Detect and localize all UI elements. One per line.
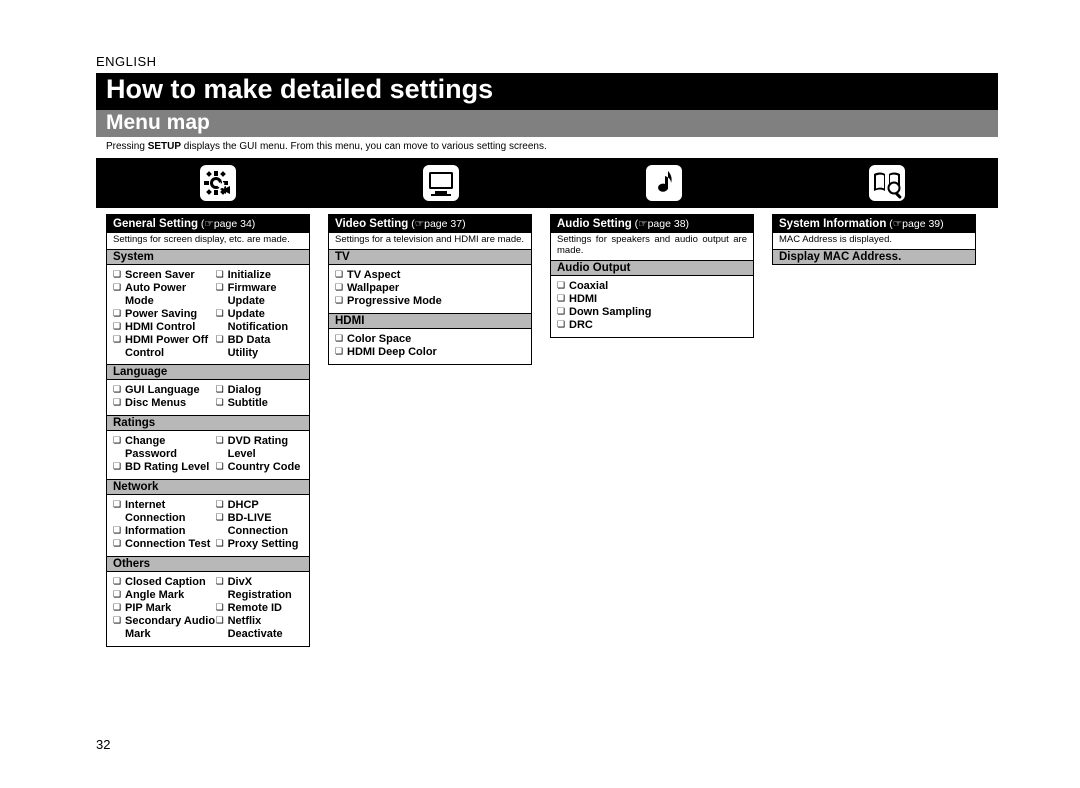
list-item: Dialog [216,384,303,397]
section-audio-output: Audio Output [551,260,753,276]
list-item: Down Sampling [557,306,747,319]
section-hdmi: HDMI [329,313,531,329]
list-item: DRC [557,319,747,332]
gear-icon [198,163,238,203]
list-item: BD Data Utility [216,334,303,360]
sysinfo-body-head: Display MAC Address. [773,249,975,264]
list-item: GUI Language [113,384,216,397]
list-item: HDMI Control [113,321,216,334]
others-left-list: Closed Caption Angle Mark PIP Mark Secon… [113,576,216,641]
intro-prefix: Pressing [106,141,148,152]
sysinfo-desc: MAC Address is displayed. [773,233,975,249]
video-page-ref: (☞page 37) [408,218,465,230]
list-item: HDMI [557,293,747,306]
card-general-setting: General Setting (☞page 34) Settings for … [106,214,310,647]
ratings-right-list: DVD Rating Level Country Code [216,435,303,474]
list-item: Disc Menus [113,397,216,410]
card-head-general: General Setting (☞page 34) [107,215,309,233]
card-head-sysinfo: System Information (☞page 39) [773,215,975,233]
list-item: Remote ID [216,602,303,615]
list-item: Country Code [216,461,303,474]
page-number: 32 [96,737,110,752]
video-desc: Settings for a television and HDMI are m… [329,233,531,249]
intro-setup-keyword: SETUP [148,141,181,152]
audio-title: Audio Setting [557,218,632,230]
list-item: HDMI Deep Color [335,346,525,359]
list-item: Progressive Mode [335,295,525,308]
section-tv: TV [329,249,531,265]
card-video-setting: Video Setting (☞page 37) Settings for a … [328,214,532,365]
system-left-list: Screen Saver Auto Power Mode Power Savin… [113,269,216,360]
language-right-list: Dialog Subtitle [216,384,303,410]
language-left-list: GUI Language Disc Menus [113,384,216,410]
list-item: DVD Rating Level [216,435,303,461]
list-item: BD-LIVE Connection [216,512,303,538]
section-others: Others [107,556,309,572]
card-system-information: System Information (☞page 39) MAC Addres… [772,214,976,265]
music-note-icon [644,163,684,203]
section-ratings: Ratings [107,415,309,431]
section-title-menu-map: Menu map [96,110,998,137]
hdmi-list: Color Space HDMI Deep Color [335,333,525,359]
video-title: Video Setting [335,218,408,230]
list-item: DivX Registration [216,576,303,602]
intro-suffix: displays the GUI menu. From this menu, y… [181,141,547,152]
sysinfo-page-ref: (☞page 39) [886,218,943,230]
ratings-left-list: Change Password BD Rating Level [113,435,216,474]
list-item: Internet Connection [113,499,216,525]
list-item: BD Rating Level [113,461,216,474]
general-desc: Settings for screen display, etc. are ma… [107,233,309,249]
list-item: Proxy Setting [216,538,303,551]
list-item: Firmware Update [216,282,303,308]
list-item: HDMI Power Off Control [113,334,216,360]
audio-desc: Settings for speakers and audio output a… [551,233,753,260]
list-item: Information [113,525,216,538]
list-item: TV Aspect [335,269,525,282]
others-right-list: DivX Registration Remote ID Netflix Deac… [216,576,303,641]
monitor-icon [421,163,461,203]
system-right-list: Initialize Firmware Update Update Notifi… [216,269,303,360]
sysinfo-title: System Information [779,218,886,230]
list-item: Auto Power Mode [113,282,216,308]
general-title: General Setting [113,218,198,230]
list-item: Coaxial [557,280,747,293]
list-item: Power Saving [113,308,216,321]
list-item: Wallpaper [335,282,525,295]
intro-text: Pressing SETUP displays the GUI menu. Fr… [96,137,998,154]
card-audio-setting: Audio Setting (☞page 38) Settings for sp… [550,214,754,338]
audio-page-ref: (☞page 38) [632,218,689,230]
book-magnifier-icon [867,163,907,203]
list-item: Screen Saver [113,269,216,282]
list-item: Closed Caption [113,576,216,589]
list-item: Angle Mark [113,589,216,602]
page-title: How to make detailed settings [96,73,998,110]
list-item: Subtitle [216,397,303,410]
section-system: System [107,249,309,265]
section-language: Language [107,364,309,380]
list-item: Change Password [113,435,216,461]
list-item: Update Notification [216,308,303,334]
list-item: Color Space [335,333,525,346]
list-item: Netflix Deactivate [216,615,303,641]
language-indicator: ENGLISH [96,54,998,69]
card-head-video: Video Setting (☞page 37) [329,215,531,233]
card-head-audio: Audio Setting (☞page 38) [551,215,753,233]
general-page-ref: (☞page 34) [198,218,255,230]
icon-strip [96,158,998,208]
network-left-list: Internet Connection Information Connecti… [113,499,216,551]
section-network: Network [107,479,309,495]
list-item: Initialize [216,269,303,282]
audio-output-list: Coaxial HDMI Down Sampling DRC [557,280,747,332]
tv-list: TV Aspect Wallpaper Progressive Mode [335,269,525,308]
list-item: PIP Mark [113,602,216,615]
list-item: Secondary Audio Mark [113,615,216,641]
list-item: Connection Test [113,538,216,551]
network-right-list: DHCP BD-LIVE Connection Proxy Setting [216,499,303,551]
list-item: DHCP [216,499,303,512]
